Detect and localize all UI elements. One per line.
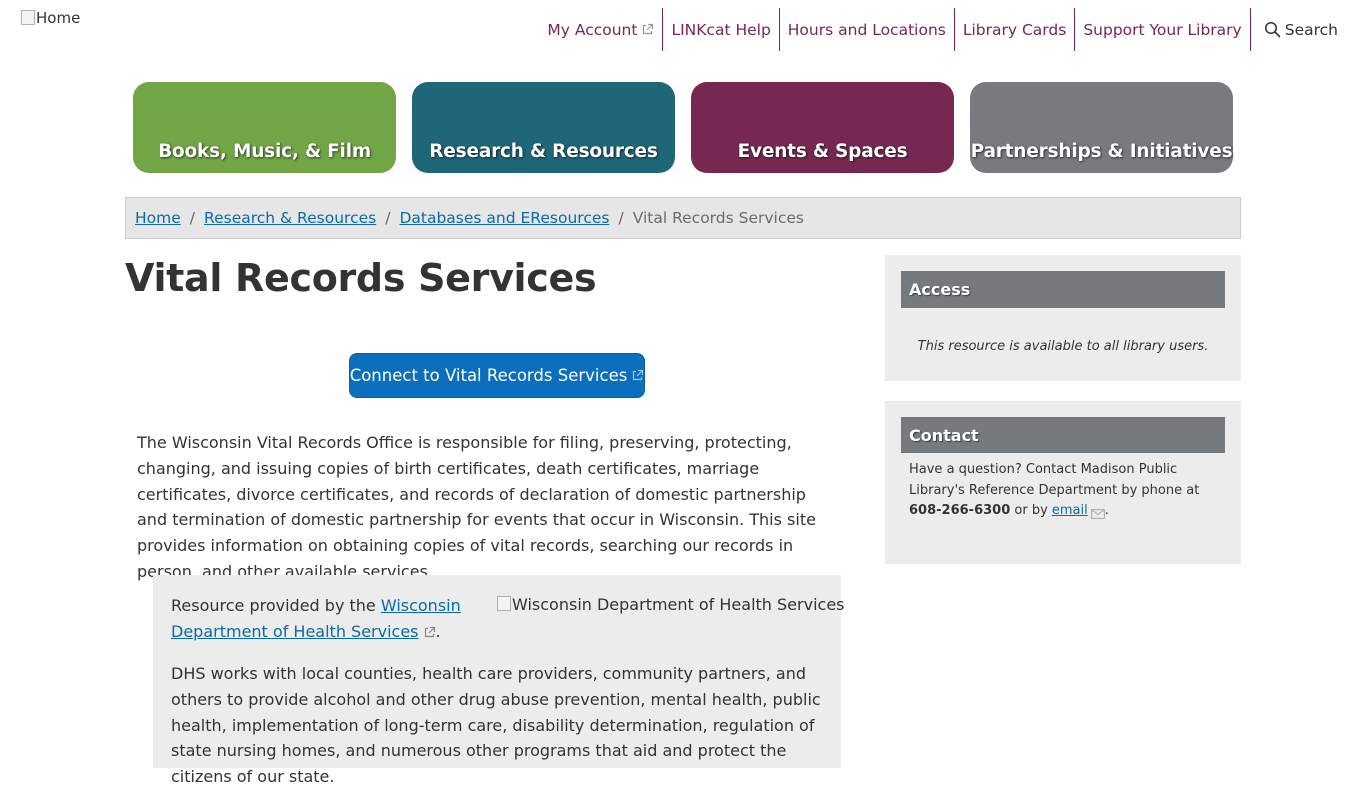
- nav-tile-label: Books, Music, & Film: [158, 141, 371, 162]
- mail-icon: [1090, 506, 1105, 519]
- breadcrumb-home[interactable]: Home: [135, 209, 181, 227]
- nav-tile-label: Events & Spaces: [737, 141, 908, 162]
- contact-text-mid: or by: [1010, 503, 1052, 518]
- provider-suffix: .: [435, 621, 441, 641]
- provider-description: DHS works with local counties, health ca…: [171, 664, 821, 787]
- search-label: Search: [1284, 20, 1338, 39]
- main-nav: Books, Music, & Film Research & Resource…: [133, 82, 1233, 173]
- home-logo[interactable]: Home: [21, 9, 80, 27]
- external-link-icon: [631, 369, 644, 382]
- contact-heading: Contact: [901, 417, 1225, 453]
- page-title: Vital Records Services: [125, 256, 597, 300]
- utility-link-label: My Account: [547, 20, 638, 39]
- utility-link-my-account[interactable]: My Account: [539, 8, 662, 51]
- broken-image-icon: [21, 9, 35, 25]
- breadcrumb-databases[interactable]: Databases and EResources: [399, 209, 609, 227]
- nav-tile-books-music-film[interactable]: Books, Music, & Film: [133, 82, 396, 173]
- search-button[interactable]: Search: [1249, 8, 1346, 51]
- utility-link-label: LINKcat Help: [671, 20, 771, 39]
- utility-link-support-library[interactable]: Support Your Library: [1074, 8, 1249, 51]
- nav-tile-label: Partnerships & Initiatives: [970, 141, 1233, 162]
- search-icon: [1264, 21, 1281, 38]
- contact-phone: 608-266-6300: [909, 503, 1011, 518]
- provider-prefix: Resource provided by the: [171, 596, 381, 615]
- connect-button-label: Connect to Vital Records Services: [349, 366, 628, 385]
- utility-link-label: Library Cards: [962, 20, 1067, 39]
- utility-link-label: Support Your Library: [1083, 20, 1242, 39]
- nav-tile-research-resources[interactable]: Research & Resources: [412, 82, 675, 173]
- logo-alt-text: Home: [36, 9, 81, 27]
- contact-email-label: email: [1051, 503, 1088, 518]
- nav-tile-events-spaces[interactable]: Events & Spaces: [691, 82, 954, 173]
- breadcrumb-separator: /: [385, 209, 391, 227]
- access-panel: Access This resource is available to all…: [885, 255, 1241, 381]
- access-heading: Access: [901, 271, 1225, 308]
- contact-email-link[interactable]: email: [1052, 503, 1088, 518]
- provider-box: Resource provided by the Wisconsin Depar…: [153, 575, 845, 786]
- broken-image-icon: [497, 596, 511, 611]
- provider-logo-alt: Wisconsin Department of Health Services: [512, 595, 845, 614]
- breadcrumb: Home / Research & Resources / Databases …: [125, 197, 1241, 239]
- external-link-icon: [423, 626, 436, 639]
- contact-text-before: Have a question? Contact Madison Public …: [909, 462, 1200, 498]
- intro-paragraph: The Wisconsin Vital Records Office is re…: [137, 433, 816, 581]
- breadcrumb-separator: /: [189, 209, 196, 227]
- provider-logo: Wisconsin Department of Health Services: [497, 595, 845, 614]
- utility-link-hours-locations[interactable]: Hours and Locations: [778, 8, 954, 51]
- access-text: This resource is available to all librar…: [917, 339, 1209, 354]
- utility-nav: My Account LINKcat Help Hours and Locati…: [539, 8, 1346, 51]
- utility-link-label: Hours and Locations: [787, 20, 946, 39]
- utility-link-library-cards[interactable]: Library Cards: [953, 8, 1074, 51]
- connect-button[interactable]: Connect to Vital Records Services: [349, 353, 645, 398]
- contact-panel: Contact Have a question? Contact Madison…: [885, 401, 1241, 564]
- contact-text-after: .: [1104, 503, 1109, 518]
- provider-line: Resource provided by the Wisconsin Depar…: [171, 593, 461, 644]
- utility-link-linkcat-help[interactable]: LINKcat Help: [662, 8, 778, 51]
- contact-text: Have a question? Contact Madison Public …: [909, 460, 1225, 522]
- nav-tile-partnerships-initiatives[interactable]: Partnerships & Initiatives: [970, 82, 1233, 173]
- breadcrumb-current: Vital Records Services: [632, 209, 804, 227]
- breadcrumb-separator: /: [618, 209, 624, 227]
- external-link-icon: [641, 23, 654, 36]
- breadcrumb-research-resources[interactable]: Research & Resources: [204, 209, 376, 227]
- nav-tile-label: Research & Resources: [429, 141, 658, 162]
